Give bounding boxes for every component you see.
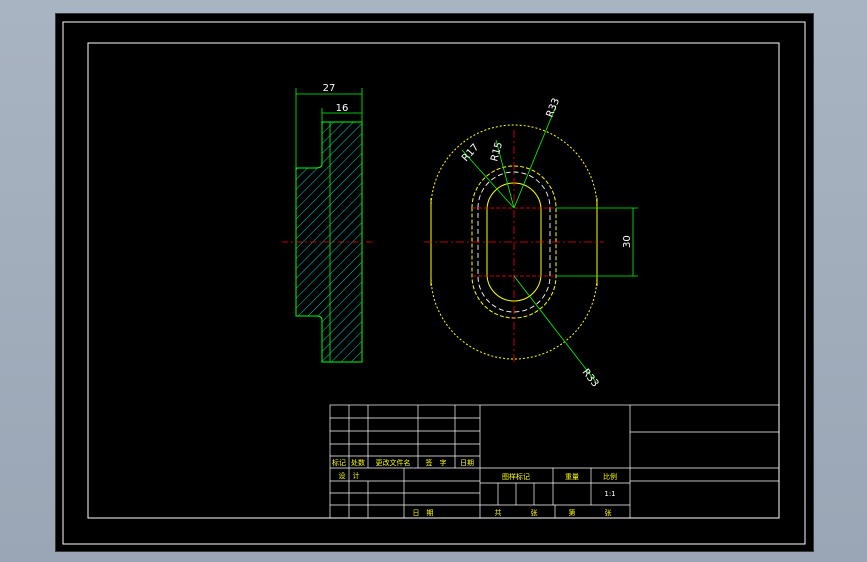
tb-sheet-unit: 张 [605, 508, 612, 517]
dim-16-label: 16 [336, 103, 349, 114]
tb-rev-sign: 签 字 [426, 458, 447, 467]
section-view: 27 16 [282, 83, 372, 363]
title-block-text: 标记 处数 更改文件名 签 字 日期 设 计 日 期 图样标记 重量 比例 1:… [332, 458, 617, 517]
dim-30-label: 30 [622, 235, 633, 248]
label-r-mid: R17 [460, 142, 481, 164]
tb-sheets: 张 [531, 508, 538, 517]
label-r-outer: R33 [545, 97, 563, 119]
dim-27-label: 27 [323, 83, 336, 94]
tb-rev-date: 日期 [460, 459, 474, 467]
plan-view: R33 R17 R15 R33 30 [424, 97, 638, 389]
leader-r-lower [513, 275, 597, 383]
tb-total: 共 [495, 508, 502, 517]
tb-rev-mark: 标记 [332, 458, 346, 467]
tb-date: 日 期 [413, 509, 434, 517]
tb-rev-count: 处数 [351, 458, 365, 467]
cad-drawing: 27 16 R33 R17 R15 R33 30 标记 处数 更改文件名 签 字… [62, 21, 806, 545]
tb-sheet-no: 第 [569, 508, 576, 517]
tb-weight: 重量 [565, 473, 579, 481]
tb-designer: 设 计 [339, 471, 360, 480]
tb-rev-doc: 更改文件名 [376, 458, 411, 467]
tb-stage-mark: 图样标记 [502, 472, 530, 481]
tb-scale: 比例 [603, 472, 617, 481]
inner-frame [87, 42, 780, 519]
label-r-lower: R33 [580, 367, 601, 389]
label-r-inner: R15 [489, 141, 505, 163]
tb-scale-value: 1:1 [604, 490, 615, 498]
